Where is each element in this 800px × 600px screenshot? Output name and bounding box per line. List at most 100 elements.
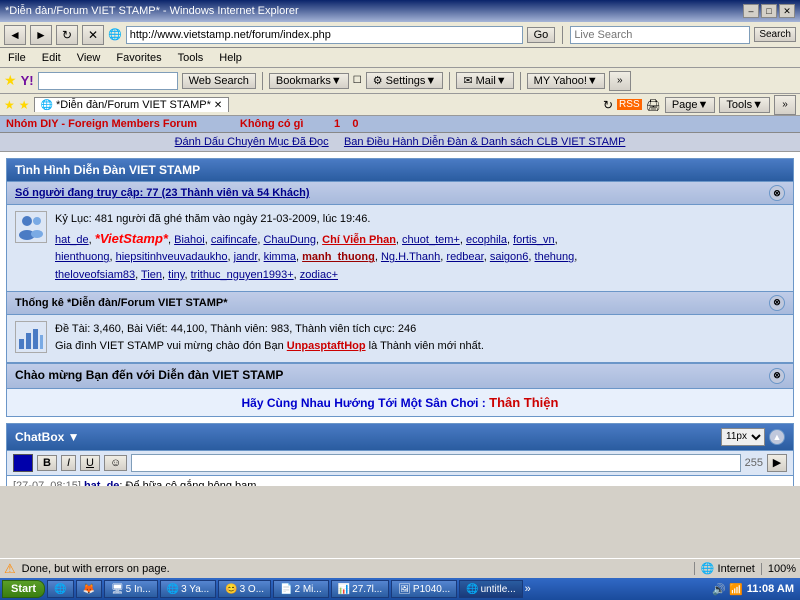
maximize-button[interactable]: □ [761,4,777,18]
forward-button[interactable]: ► [30,25,52,45]
page-button[interactable]: Page▼ [665,97,716,113]
task-firefox[interactable]: 🦊 [76,580,102,598]
user-ecophila[interactable]: ecophila [466,234,507,246]
bookmarks-button[interactable]: Bookmarks▼ [269,73,349,89]
stats-title: Thống kê *Diễn đàn/Forum VIET STAMP* [15,297,227,309]
go-button[interactable]: Go [527,27,556,43]
chat-message-input[interactable] [131,454,740,472]
mail-button[interactable]: ✉ Mail▼ [456,72,513,89]
user-zodiac[interactable]: zodiac+ [300,269,338,281]
task-4[interactable]: 📄 2 Mi... [273,580,329,598]
menu-edit[interactable]: Edit [38,51,65,65]
user-tien[interactable]: Tien [141,269,162,281]
taskbar: Start 🌐 🦊 🖥 5 In... 🌐 3 Ya... 😊 3 O... 📄… [0,578,800,600]
user-saigon6[interactable]: saigon6 [490,251,529,263]
user-chuottem[interactable]: chuot_tem+ [402,234,460,246]
menu-file[interactable]: File [4,51,30,65]
taskbar-more[interactable]: » [525,583,531,595]
italic-button[interactable]: I [61,455,76,471]
tab-close-icon[interactable]: ✕ [214,100,222,111]
task-5[interactable]: 📊 27.7l... [331,580,389,598]
task-7[interactable]: 🌐 untitle... [459,580,522,598]
bold-button[interactable]: B [37,455,57,471]
menu-favorites[interactable]: Favorites [112,51,165,65]
task-4-label: 2 Mi... [294,584,321,595]
stop-button[interactable]: ✕ [82,25,104,45]
user-redbear[interactable]: redbear [446,251,483,263]
online-section-header: Số người đang truy cập: 77 (23 Thành viê… [7,182,793,205]
user-theloveofsiam83[interactable]: theloveofsiam83 [55,269,135,281]
user-hat-de[interactable]: hat_de [55,234,89,246]
user-chaudung[interactable]: ChauDung [263,234,316,246]
admin-link[interactable]: Ban Điều Hành Diễn Đàn & Danh sách CLB V… [344,136,625,148]
toolbar-sep3 [520,72,521,90]
font-size-select[interactable]: 11px10px12px [721,428,765,446]
address-input[interactable] [126,26,523,44]
search-button[interactable]: Search [754,27,796,42]
online-count-link[interactable]: Số người đang truy cập: 77 (23 Thành viê… [15,187,310,199]
menu-tools[interactable]: Tools [174,51,208,65]
refresh-button[interactable]: ↻ [56,25,78,45]
internet-zone: 🌐 Internet [694,562,755,575]
settings-button[interactable]: ⚙ Settings▼ [366,72,444,89]
myyahoo-button[interactable]: MY Yahoo!▼ [527,73,605,89]
user-thehung[interactable]: thehung [535,251,575,263]
forum-stats-text: Đề Tài: 3,460, Bài Viết: 44,100, Thành v… [55,321,785,356]
chatbox-title[interactable]: ChatBox ▼ [15,430,80,444]
minimize-button[interactable]: – [743,4,759,18]
live-search-input[interactable] [570,26,750,44]
fav-star-icon: ★ [19,98,30,112]
user-kimma[interactable]: kimma [264,251,296,263]
close-button[interactable]: ✕ [779,4,795,18]
window-controls: – □ ✕ [743,4,795,18]
user-hiepsitinhveuvadaukho[interactable]: hiepsitinhveuvadaukho [116,251,228,263]
user-jandr[interactable]: jandr [234,251,258,263]
more-button[interactable]: » [609,71,631,91]
user-caifincafe[interactable]: caifincafe [211,234,257,246]
user-ngh-thanh[interactable]: Ng.H.Thanh [381,251,440,263]
task-1[interactable]: 🖥 5 In... [104,580,158,598]
refresh-icon[interactable]: ↻ [603,98,613,112]
chat-user-1[interactable]: hat_de [84,480,119,486]
task-ie-icon[interactable]: 🌐 [47,580,73,598]
yahoo-search-input[interactable] [38,72,178,90]
user-manhthuong[interactable]: manh_thuong [302,251,375,263]
task-3[interactable]: 😊 3 O... [218,580,271,598]
menu-view[interactable]: View [73,51,105,65]
user-tiny[interactable]: tiny [168,269,184,281]
chatbox-collapse-icon[interactable]: ▲ [769,429,785,445]
new-member-link[interactable]: UnpasptaftHop [287,340,366,352]
user-biahoi[interactable]: Biahoi [174,234,205,246]
user-chivienphan[interactable]: Chí Viễn Phan [322,234,396,246]
active-tab[interactable]: 🌐 *Diễn đàn/Forum VIET STAMP* ✕ [34,97,230,112]
print-icon[interactable]: 🖨 [646,98,661,112]
websearch-button[interactable]: Web Search [182,73,256,89]
task-7-icon: 🌐 [466,584,478,595]
send-button[interactable]: ▶ [767,454,787,472]
chat-text-1: Để hữa cô gắng hông bam [126,480,257,486]
rss-icon: RSS [617,99,642,110]
stats-line2: Gia đình VIET STAMP vui mừng chào đón Bạ… [55,340,287,352]
forum-stats-block: Tình Hình Diễn Đàn VIET STAMP Số người đ… [6,158,794,417]
task-2[interactable]: 🌐 3 Ya... [160,580,216,598]
user-fortisvn[interactable]: fortis_vn [513,234,555,246]
globe-icon: 🌐 [701,562,715,575]
tools-toolbar-button[interactable]: Tools▼ [719,97,770,113]
color-picker[interactable] [13,454,33,472]
user-vietstamp[interactable]: *VietStamp* [95,231,168,246]
tab-label: *Diễn đàn/Forum VIET STAMP* [56,99,211,111]
more-tools-button[interactable]: » [774,95,796,115]
user-hienthuong[interactable]: hienthuong [55,251,109,263]
smiley-button[interactable]: ☺ [104,455,127,471]
underline-button[interactable]: U [80,455,100,471]
online-users-text: Kỷ Lục: 481 người đã ghé thăm vào ngày 2… [55,211,785,285]
mark-read-link[interactable]: Đánh Dấu Chuyên Mục Đã Đọc [175,136,329,148]
user-trithuc[interactable]: trithuc_nguyen1993+ [191,269,294,281]
checkbox-icon: ☐ [353,75,362,86]
back-button[interactable]: ◄ [4,25,26,45]
menu-help[interactable]: Help [215,51,246,65]
start-button[interactable]: Start [2,580,45,598]
task-6[interactable]: 🖼 P1040... [391,580,457,598]
online-users-row: Kỷ Lục: 481 người đã ghé thăm vào ngày 2… [7,205,793,291]
yahoo-logo: Y! [21,73,34,88]
